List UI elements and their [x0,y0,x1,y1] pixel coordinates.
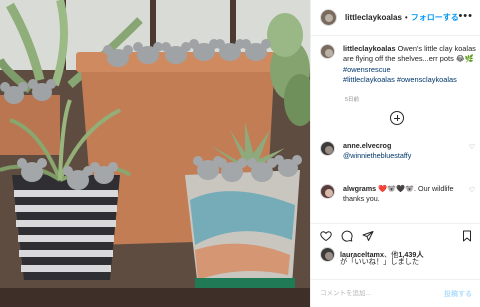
caption-text: littleclaykoalas Owen's little clay koal… [343,44,476,86]
comment-icon[interactable] [341,229,353,242]
comment-like-heart-icon[interactable]: ♡ [469,186,475,194]
add-comment-bar: 投稿する [311,279,480,307]
liker-avatar[interactable] [320,247,335,262]
author-avatar[interactable] [320,9,337,26]
bookmark-icon[interactable] [461,229,473,242]
hashtag-link[interactable]: #littleclaykoalas [343,75,395,84]
add-circle-icon[interactable] [390,111,404,125]
hashtag-link[interactable]: #owensrescue [343,65,391,74]
koala-emoji: 🐨 [405,184,414,193]
paper-plane-icon[interactable] [362,229,374,241]
mention-link[interactable]: @winniethebluestaffy [343,151,411,160]
comment-input[interactable] [320,290,444,297]
commenter-username[interactable]: anne.elvecrog [343,141,391,150]
author-username[interactable]: littleclaykoalas [345,13,402,22]
comment-text: alwgrams ❤️🐨🖤🐨. Our wildlife thanks you. [343,184,461,205]
more-options-icon[interactable]: ••• [458,10,473,22]
likes-suffix: が「いいね！」しました [340,257,420,266]
commenter-username[interactable]: alwgrams [343,184,376,193]
red-heart-emoji: ❤️ [378,184,388,193]
post-header: littleclaykoalas • フォローする ••• [311,0,480,36]
commenter-avatar[interactable] [320,141,335,156]
post-photo[interactable] [0,0,310,307]
hashtag-link[interactable]: #owensclaykoalas [397,75,457,84]
comment-text: anne.elvecrog @winniethebluestaffy [343,141,461,162]
post-actions: lauraceltamx、他1,439人 が「いいね！」しました [311,223,480,271]
potted-plants-with-clay-koalas-image [0,0,310,307]
post-comment-button[interactable]: 投稿する [444,289,472,299]
separator-dot: • [404,13,408,22]
caption-author-avatar[interactable] [320,44,335,59]
post-details-panel: littleclaykoalas • フォローする ••• littleclay… [310,0,480,307]
follow-button[interactable]: フォローする [411,12,459,23]
caption-username[interactable]: littleclaykoalas [343,44,396,53]
black-heart-emoji: 🖤 [396,184,406,193]
comment-like-heart-icon[interactable]: ♡ [469,143,475,151]
action-icons-row [320,229,374,242]
caption-timestamp: 5日前 [345,97,360,103]
comment-item: alwgrams ❤️🐨🖤🐨. Our wildlife thanks you.… [320,184,478,205]
commenter-avatar[interactable] [320,184,335,199]
koala-emoji: 🐨 [387,184,397,193]
post-caption: littleclaykoalas Owen's little clay koal… [320,44,478,86]
heart-icon[interactable] [320,229,332,242]
comment-item: anne.elvecrog @winniethebluestaffy ♡ [320,141,478,162]
